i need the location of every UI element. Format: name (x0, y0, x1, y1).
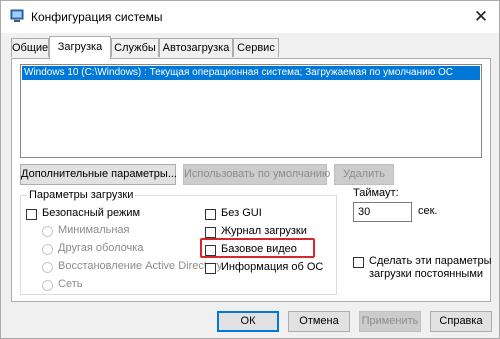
cancel-button[interactable]: Отмена (288, 311, 350, 332)
delete-button[interactable]: Удалить (334, 164, 394, 185)
advanced-options-button[interactable]: Дополнительные параметры... (20, 164, 177, 185)
base-video-highlight (200, 238, 315, 258)
boot-options-group: Параметры загрузки Безопасный режим Мини… (20, 189, 337, 295)
safe-minimal-radio[interactable] (42, 226, 53, 237)
boot-options-label: Параметры загрузки (27, 189, 136, 201)
window-title: Конфигурация системы (31, 10, 163, 24)
safe-alternate-shell-radio[interactable] (42, 244, 53, 255)
close-icon[interactable]: ✕ (467, 5, 495, 29)
safe-alternate-shell-label: Другая оболочка (58, 242, 144, 254)
tab-startup[interactable]: Автозагрузка (159, 38, 233, 57)
safe-boot-checkbox[interactable] (26, 209, 37, 220)
safe-network-radio[interactable] (42, 280, 53, 291)
help-button[interactable]: Справка (430, 311, 492, 332)
make-permanent-checkbox[interactable] (353, 257, 364, 268)
safe-ad-repair-radio[interactable] (42, 262, 53, 273)
boot-log-checkbox[interactable] (205, 227, 216, 238)
ok-button[interactable]: ОК (217, 311, 279, 332)
os-list[interactable]: Windows 10 (C:\Windows) : Текущая операц… (20, 64, 482, 158)
timeout-unit: сек. (418, 205, 438, 217)
boot-log-label: Журнал загрузки (221, 225, 307, 237)
safe-ad-repair-label: Восстановление Active Directory (58, 260, 223, 272)
no-gui-checkbox[interactable] (205, 209, 216, 220)
timeout-label: Таймаут: (353, 187, 399, 199)
apply-button[interactable]: Применить (359, 311, 421, 332)
title-bar[interactable]: Конфигурация системы ✕ (1, 1, 499, 33)
tab-services[interactable]: Службы (111, 38, 159, 57)
safe-minimal-label: Минимальная (58, 224, 130, 236)
set-default-button[interactable]: Использовать по умолчанию (183, 164, 330, 185)
tab-general[interactable]: Общие (11, 38, 49, 57)
timeout-input[interactable] (353, 202, 412, 222)
tab-boot[interactable]: Загрузка (49, 36, 111, 59)
msconfig-app-icon (10, 9, 24, 22)
make-permanent-label-line1: Сделать эти параметры (369, 255, 492, 267)
system-configuration-window: Конфигурация системы ✕ Общие Загрузка Сл… (0, 0, 500, 339)
os-list-item[interactable]: Windows 10 (C:\Windows) : Текущая операц… (22, 66, 480, 80)
safe-network-label: Сеть (58, 278, 83, 290)
boot-tab-panel: Windows 10 (C:\Windows) : Текущая операц… (11, 58, 492, 302)
tab-tools[interactable]: Сервис (233, 38, 279, 57)
no-gui-label: Без GUI (221, 207, 262, 219)
os-info-label: Информация об ОС (221, 261, 324, 273)
safe-boot-label: Безопасный режим (42, 207, 141, 219)
os-info-checkbox[interactable] (205, 263, 216, 274)
make-permanent-label-line2: загрузки постоянными (369, 268, 484, 280)
